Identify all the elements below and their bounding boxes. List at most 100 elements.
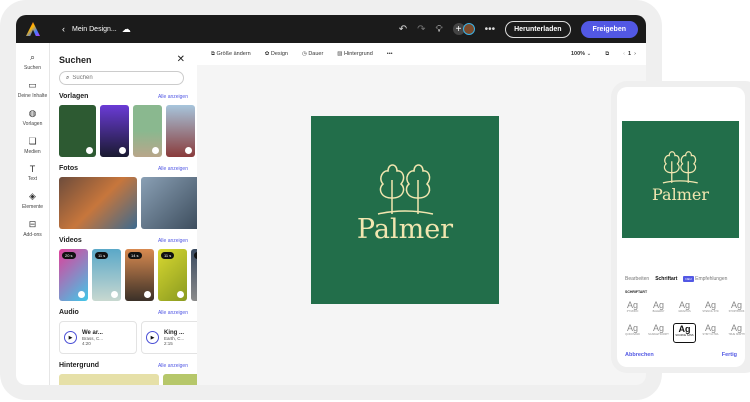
duration-button[interactable]: ◷ Dauer <box>302 51 323 57</box>
tab-recommendations[interactable]: Empfehlungen <box>695 276 727 282</box>
phone-preview: Palmer Bearbeiten Schriftart NEU Empfehl… <box>611 81 750 373</box>
video-thumb[interactable]: 20 s <box>59 249 88 301</box>
font-option[interactable]: Ag TRUE NORTH <box>725 323 745 343</box>
font-option[interactable]: Ag QUICKSAND <box>621 323 644 343</box>
more-icon[interactable]: ••• <box>485 24 496 35</box>
templates-icon: ◍ <box>28 108 37 118</box>
rail-item[interactable]: ◍ Vorlagen <box>16 108 49 127</box>
play-icon[interactable]: ▶ <box>146 331 159 344</box>
font-name: QUICKSAND <box>625 333 640 336</box>
zoom-select[interactable]: 100% ⌄ <box>571 51 591 58</box>
rail-item-label: Add-ons <box>23 232 42 238</box>
rail-item-label: Medien <box>24 149 41 155</box>
page-number: 1 <box>628 50 632 57</box>
adobe-express-logo[interactable] <box>26 22 40 36</box>
font-option[interactable]: Ag SCARLETSCRIPT <box>647 323 670 343</box>
close-icon[interactable]: ✕ <box>177 54 185 65</box>
undo-icon[interactable]: ↶ <box>399 24 407 35</box>
font-option[interactable]: Ag SOURCE SANS <box>673 323 696 343</box>
rail-item[interactable]: ⊟ Add-ons <box>16 219 49 238</box>
font-option[interactable]: Ag BALEWAY <box>647 300 670 320</box>
video-duration: 14 s <box>128 252 142 259</box>
see-all-background[interactable]: Alle anzeigen <box>158 363 188 369</box>
section-title-photos: Fotos <box>59 165 79 172</box>
more-options-button[interactable]: ••• <box>387 51 393 57</box>
font-name: STENCIL STD <box>702 310 719 313</box>
phone-canvas[interactable]: Palmer <box>622 121 739 238</box>
see-all-photos[interactable]: Alle anzeigen <box>158 166 188 172</box>
see-all-videos[interactable]: Alle anzeigen <box>158 238 188 244</box>
template-thumb[interactable] <box>133 105 162 157</box>
background-thumb[interactable] <box>59 374 159 385</box>
see-all-audio[interactable]: Alle anzeigen <box>158 310 188 316</box>
font-option[interactable]: Ag STORYBOOK <box>725 300 745 320</box>
font-name: SOURCE SANS <box>675 334 694 337</box>
trees-logo-icon <box>377 164 434 215</box>
document-title[interactable]: Mein Design... <box>72 26 117 33</box>
canvas-text[interactable]: Palmer <box>311 214 499 245</box>
share-button[interactable]: Freigeben <box>580 20 638 38</box>
video-thumb[interactable]: 14 s <box>125 249 154 301</box>
see-all-templates[interactable]: Alle anzeigen <box>158 94 188 100</box>
download-button[interactable]: Herunterladen <box>505 20 571 38</box>
design-button[interactable]: ✿ Design <box>265 51 288 57</box>
lightbulb-icon[interactable]: 💡︎ <box>436 24 443 35</box>
rail-item-label: Suchen <box>24 65 41 71</box>
font-option[interactable]: Ag STINT ULTRA <box>699 323 722 343</box>
done-button[interactable]: Fertig <box>722 352 737 358</box>
rail-item[interactable]: ❏ Medien <box>16 136 49 155</box>
video-thumb[interactable]: 11 s <box>92 249 121 301</box>
rail-item[interactable]: ▭ Deine Inhalte <box>16 80 49 99</box>
search-icon: ⌕ <box>66 74 70 81</box>
font-section-label: SCHRIFTART <box>625 290 648 294</box>
section-title-background: Hintergrund <box>59 362 100 369</box>
redo-icon[interactable]: ↷ <box>417 24 425 35</box>
background-thumb[interactable] <box>163 374 197 385</box>
audio-item[interactable]: ▶ King ... Earth, C... 2:15 <box>141 321 197 354</box>
font-option[interactable]: Ag GRAVITAS <box>673 300 696 320</box>
font-name: GRAVITAS <box>678 310 691 313</box>
font-sample: Ag <box>704 323 716 333</box>
font-sample: Ag <box>678 300 690 310</box>
search-input[interactable] <box>72 75 168 81</box>
template-thumb[interactable] <box>59 105 96 157</box>
font-sample: Ag <box>730 323 742 333</box>
search-panel: Suchen ✕ ⌕ Vorlagen Alle anzeigen Fotos Al… <box>50 43 197 385</box>
section-title-audio: Audio <box>59 309 79 316</box>
tab-edit[interactable]: Bearbeiten <box>625 276 649 282</box>
photo-thumb[interactable] <box>59 177 137 229</box>
rail-item[interactable]: T Text <box>16 164 49 182</box>
tab-font[interactable]: Schriftart <box>655 276 677 282</box>
rail-item[interactable]: ⌕ Suchen <box>16 52 49 71</box>
video-thumb[interactable]: 13 s <box>191 249 197 301</box>
font-option[interactable]: Ag STENCIL STD <box>699 300 722 320</box>
font-option[interactable]: Ag PT MONO <box>621 300 644 320</box>
rail-item[interactable]: ◈ Elemente <box>16 191 49 210</box>
template-thumb[interactable] <box>166 105 195 157</box>
resize-button[interactable]: ⧉ Größe ändern <box>211 51 251 58</box>
section-title-videos: Videos <box>59 237 82 244</box>
video-thumb[interactable]: 11 s <box>158 249 187 301</box>
audio-duration: 2:15 <box>164 340 173 346</box>
avatar[interactable] <box>462 23 475 35</box>
play-icon[interactable]: ▶ <box>64 331 77 344</box>
font-name: PT MONO <box>626 310 639 313</box>
background-button[interactable]: ▨ Hintergrund <box>337 51 372 57</box>
photo-thumb[interactable] <box>141 177 197 229</box>
template-thumb[interactable] <box>100 105 129 157</box>
back-icon[interactable]: ‹ <box>62 24 65 34</box>
phone-canvas-text: Palmer <box>652 185 709 204</box>
elements-icon: ◈ <box>29 191 36 201</box>
font-name: TRUE NORTH <box>728 333 745 336</box>
rail-item-label: Elemente <box>21 204 44 210</box>
search-field[interactable]: ⌕ <box>59 71 184 85</box>
design-canvas[interactable]: Palmer <box>311 116 499 304</box>
font-name: SCARLETSCRIPT <box>648 333 669 336</box>
page-nav[interactable]: ‹ 1 › <box>623 51 636 58</box>
audio-artist: Brass, C... <box>82 335 104 341</box>
pages-icon[interactable]: ⧉ <box>605 51 609 58</box>
cancel-button[interactable]: Abbrechen <box>625 352 654 358</box>
audio-item[interactable]: ▶ We ar... Brass, C... 4:20 <box>59 321 137 354</box>
font-name: BALEWAY <box>652 310 665 313</box>
prev-page-icon: ‹ <box>623 50 625 57</box>
